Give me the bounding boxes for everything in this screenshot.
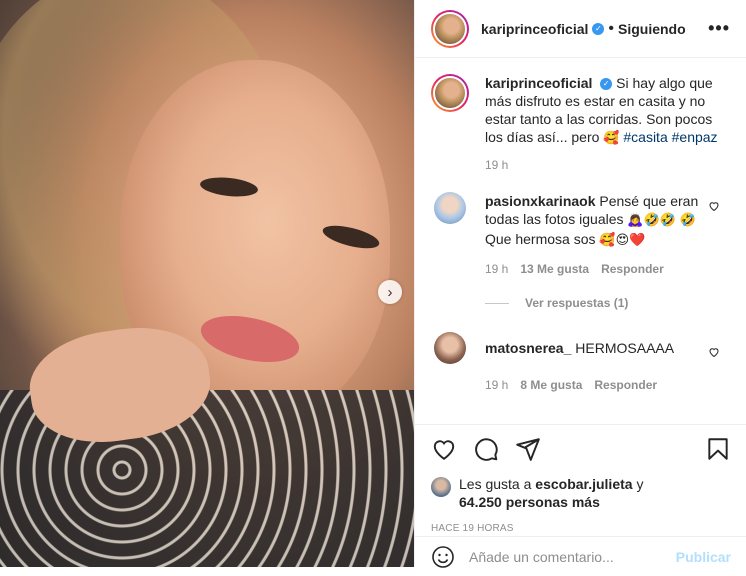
verified-badge-icon: ✓ bbox=[592, 22, 605, 35]
comment-emojis-2: 🥰😍❤️ bbox=[599, 233, 646, 248]
comment-time[interactable]: 19 h bbox=[485, 262, 508, 276]
author-avatar[interactable] bbox=[431, 9, 469, 48]
post-timestamp[interactable]: HACE 19 HORAS bbox=[431, 523, 731, 534]
comment-username[interactable]: matosnerea_ bbox=[485, 340, 571, 356]
comment-username[interactable]: pasionxkarinaok bbox=[485, 193, 596, 209]
comment-time[interactable]: 19 h bbox=[485, 378, 508, 392]
likes-prefix: Les gusta a bbox=[459, 476, 532, 492]
comment-like-heart-icon[interactable] bbox=[708, 346, 720, 358]
action-icons bbox=[431, 433, 731, 465]
comment-meta: 19 h 8 Me gusta Responder bbox=[485, 378, 730, 392]
likes-summary: Les gusta a escobar.julieta y 64.250 per… bbox=[431, 475, 731, 511]
likes-connector: y bbox=[636, 476, 644, 492]
likes-count[interactable]: 64.250 personas más bbox=[459, 494, 600, 510]
comment-body-2: Que hermosa sos bbox=[485, 231, 596, 247]
caption-time[interactable]: 19 h bbox=[485, 158, 730, 172]
view-replies[interactable]: Ver respuestas (1) bbox=[485, 296, 730, 310]
comment-text: pasionxkarinaok Pensé que eran todas las… bbox=[485, 192, 705, 250]
comment-text: matosnerea_ HERMOSAAAA bbox=[485, 332, 705, 364]
comments-area: kariprinceoficial ✓ Si hay algo que más … bbox=[415, 58, 746, 410]
commenter-avatar[interactable] bbox=[434, 192, 466, 224]
view-replies-label[interactable]: Ver respuestas (1) bbox=[525, 296, 628, 310]
smiley-icon[interactable] bbox=[431, 545, 455, 569]
comment-meta: 19 h 13 Me gusta Responder bbox=[485, 262, 730, 276]
heart-icon[interactable] bbox=[431, 436, 457, 462]
comment-input[interactable]: Añade un comentario... bbox=[469, 549, 614, 565]
caption-emoji: 🥰 bbox=[603, 131, 620, 146]
caption-hashtags[interactable]: #casita #enpaz bbox=[623, 129, 717, 145]
comment-likes[interactable]: 13 Me gusta bbox=[520, 262, 589, 276]
caption-username[interactable]: kariprinceoficial bbox=[485, 75, 592, 91]
bookmark-icon[interactable] bbox=[705, 436, 731, 462]
caption: kariprinceoficial ✓ Si hay algo que más … bbox=[431, 74, 730, 148]
liker-avatar[interactable] bbox=[431, 477, 451, 497]
separator-dot: • bbox=[608, 19, 614, 37]
paper-plane-icon[interactable] bbox=[515, 436, 541, 462]
post-actions: Les gusta a escobar.julieta y 64.250 per… bbox=[415, 424, 746, 544]
replies-divider bbox=[485, 302, 509, 304]
post-photo[interactable]: › bbox=[0, 0, 414, 567]
comment-icon[interactable] bbox=[473, 436, 499, 462]
more-options-icon[interactable]: ••• bbox=[708, 18, 730, 39]
comment-body: HERMOSAAAA bbox=[575, 340, 675, 356]
author-username[interactable]: kariprinceoficial bbox=[481, 21, 588, 37]
caption-text: kariprinceoficial ✓ Si hay algo que más … bbox=[485, 74, 721, 148]
reply-button[interactable]: Responder bbox=[601, 262, 664, 276]
comment-like-heart-icon[interactable] bbox=[708, 200, 720, 212]
next-photo-button[interactable]: › bbox=[378, 280, 402, 304]
likes-text: Les gusta a escobar.julieta y 64.250 per… bbox=[459, 475, 643, 511]
chevron-right-icon: › bbox=[387, 283, 393, 301]
liker-username[interactable]: escobar.julieta bbox=[535, 476, 632, 492]
follow-status-button[interactable]: Siguiendo bbox=[618, 21, 686, 37]
comment-item: pasionxkarinaok Pensé que eran todas las… bbox=[431, 192, 730, 250]
publish-button[interactable]: Publicar bbox=[676, 549, 731, 565]
post-side-panel: kariprinceoficial ✓ • Siguiendo ••• kari… bbox=[414, 0, 746, 568]
comment-composer: Añade un comentario... Publicar bbox=[415, 536, 746, 576]
comment-emojis: 🙇‍♀️🤣🤣 bbox=[627, 213, 676, 228]
verified-badge-icon: ✓ bbox=[600, 78, 613, 91]
post-header: kariprinceoficial ✓ • Siguiendo ••• bbox=[415, 0, 746, 58]
comment-emojis-before: 🤣 bbox=[679, 213, 697, 228]
comment-item: matosnerea_ HERMOSAAAA bbox=[431, 332, 730, 364]
comment-likes[interactable]: 8 Me gusta bbox=[520, 378, 582, 392]
caption-avatar[interactable] bbox=[431, 74, 469, 112]
reply-button[interactable]: Responder bbox=[594, 378, 657, 392]
commenter-avatar[interactable] bbox=[434, 332, 466, 364]
